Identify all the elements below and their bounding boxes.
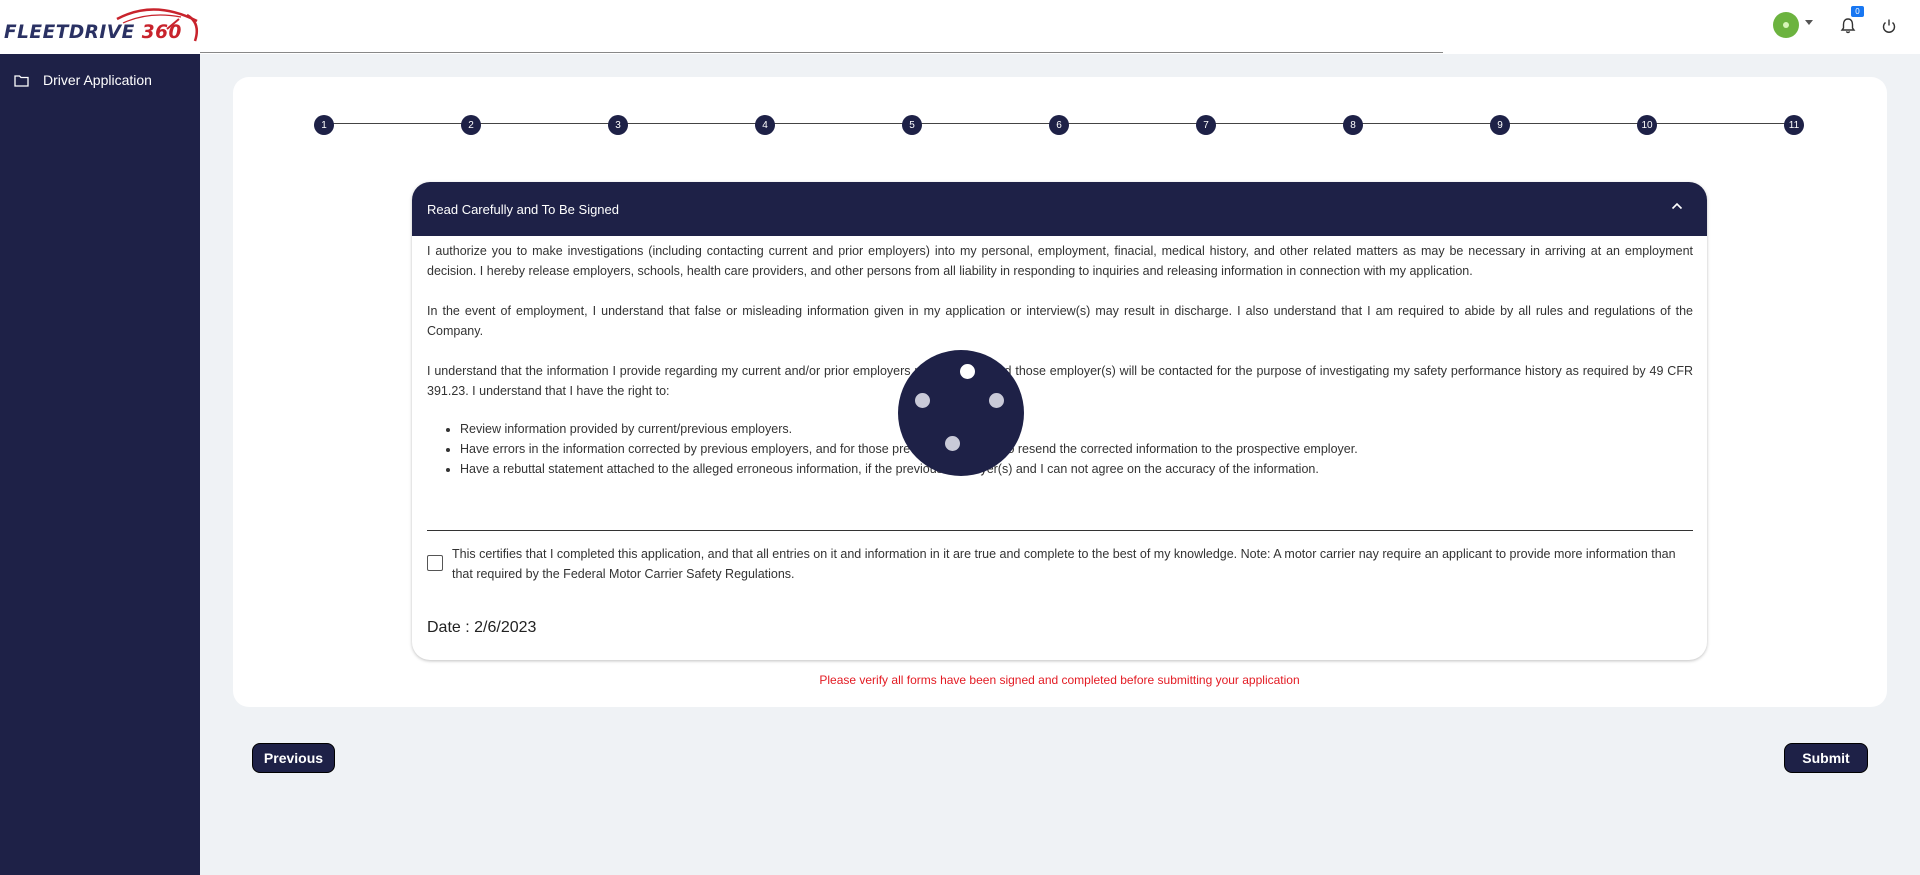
step-2[interactable]: 2 <box>461 115 481 135</box>
verification-warning: Please verify all forms have been signed… <box>819 673 1300 687</box>
notification-badge: 0 <box>1851 6 1864 17</box>
step-8[interactable]: 8 <box>1343 115 1363 135</box>
logo-text-num: 360 <box>141 22 182 43</box>
top-header: FLEETDRIVE 360 0 <box>0 0 1920 54</box>
step-10[interactable]: 10 <box>1637 115 1657 135</box>
spinner-dot <box>960 364 975 379</box>
application-date: Date : 2/6/2023 <box>427 619 536 637</box>
sidebar: Driver Application <box>0 54 200 875</box>
power-icon[interactable] <box>1879 16 1899 36</box>
step-1[interactable]: 1 <box>314 115 334 135</box>
rights-list: Review information provided by current/p… <box>427 419 1693 479</box>
previous-button[interactable]: Previous <box>252 743 335 773</box>
date-label: Date : <box>427 619 470 636</box>
spinner-dot <box>989 393 1004 408</box>
sidebar-item-driver-application[interactable]: Driver Application <box>0 66 200 94</box>
divider <box>427 530 1693 531</box>
chevron-down-icon[interactable] <box>1805 20 1813 25</box>
paragraph-rights: I understand that the information I prov… <box>427 364 1693 398</box>
date-value: 2/6/2023 <box>474 619 537 636</box>
list-item: Have errors in the information corrected… <box>460 439 1693 459</box>
signature-accordion: Read Carefully and To Be Signed I author… <box>412 182 1707 660</box>
accordion-title: Read Carefully and To Be Signed <box>427 201 619 217</box>
certification-checkbox[interactable] <box>427 555 443 571</box>
sidebar-item-label: Driver Application <box>43 72 152 88</box>
submit-button[interactable]: Submit <box>1784 743 1868 773</box>
step-7[interactable]: 7 <box>1196 115 1216 135</box>
step-11[interactable]: 11 <box>1784 115 1804 135</box>
step-5[interactable]: 5 <box>902 115 922 135</box>
folder-icon <box>14 74 29 87</box>
step-3[interactable]: 3 <box>608 115 628 135</box>
chevron-up-icon[interactable] <box>1671 202 1683 210</box>
step-9[interactable]: 9 <box>1490 115 1510 135</box>
step-4[interactable]: 4 <box>755 115 775 135</box>
authorization-text: I authorize you to make investigations (… <box>427 241 1693 479</box>
certification-text: This certifies that I completed this app… <box>452 547 1676 581</box>
header-progress-line <box>200 52 1443 53</box>
spinner-dot <box>915 393 930 408</box>
paragraph-authorize: I authorize you to make investigations (… <box>427 244 1693 278</box>
fleetdrive-logo[interactable]: FLEETDRIVE 360 <box>4 5 199 47</box>
step-6[interactable]: 6 <box>1049 115 1069 135</box>
loading-spinner-icon <box>898 350 1024 476</box>
paragraph-employment: In the event of employment, I understand… <box>427 304 1693 338</box>
user-avatar[interactable] <box>1773 12 1799 38</box>
bell-icon[interactable] <box>1838 16 1858 36</box>
list-item: Review information provided by current/p… <box>460 419 1693 439</box>
logo-text-main: FLEETDRIVE <box>4 22 135 43</box>
spinner-dot <box>945 436 960 451</box>
list-item: Have a rebuttal statement attached to th… <box>460 459 1693 479</box>
accordion-header[interactable]: Read Carefully and To Be Signed <box>412 182 1707 236</box>
